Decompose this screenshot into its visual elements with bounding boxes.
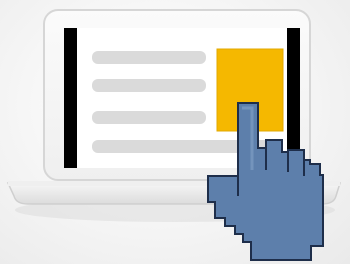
illustration-svg	[6, 9, 342, 261]
placeholder-line-3	[92, 111, 206, 124]
placeholder-line-1	[92, 51, 206, 64]
laptop-touch-illustration	[0, 0, 350, 264]
placeholder-line-2	[92, 79, 206, 92]
